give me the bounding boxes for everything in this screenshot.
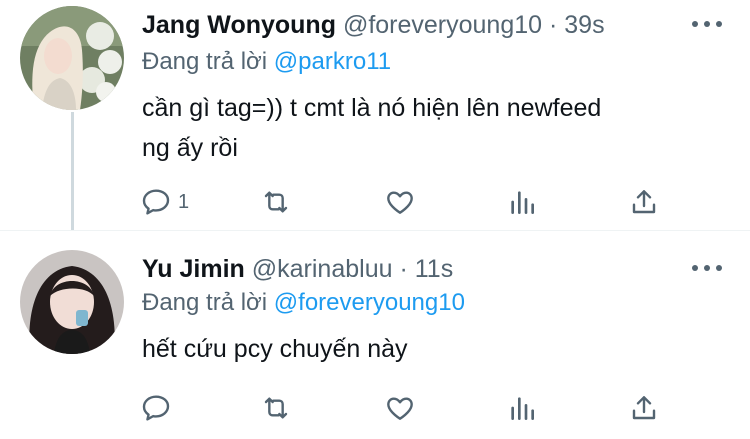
tweet-divider bbox=[0, 230, 750, 231]
tweet-text-line: hết cứu pcy chuyến này bbox=[142, 335, 408, 363]
separator-dot: · bbox=[549, 11, 558, 39]
replying-to-label: Đang trả lời bbox=[142, 289, 268, 316]
upload-arrow-icon bbox=[632, 190, 656, 214]
avatar[interactable] bbox=[20, 6, 124, 110]
avatar[interactable] bbox=[20, 250, 124, 354]
display-name[interactable]: Jang Wonyoung bbox=[142, 11, 336, 39]
heart-icon bbox=[387, 397, 413, 420]
tweet-text-line: ng ấy rồi bbox=[142, 134, 238, 162]
analytics-button[interactable] bbox=[506, 180, 538, 224]
tweet-header: Yu Jimin @karinabluu · 11s bbox=[142, 252, 453, 286]
timestamp[interactable]: 39s bbox=[564, 11, 604, 39]
tweet-reply[interactable]: Jang Wonyoung @foreveryoung10 · 39s Đang… bbox=[0, 0, 750, 230]
replying-to-line: Đang trả lời @parkro11 bbox=[142, 46, 391, 78]
like-button[interactable] bbox=[384, 180, 416, 224]
bar-chart-icon bbox=[511, 397, 534, 420]
reply-button[interactable] bbox=[140, 386, 178, 430]
more-options-icon[interactable] bbox=[692, 14, 722, 34]
retweet-arrows-icon bbox=[264, 191, 288, 213]
timestamp[interactable]: 11s bbox=[415, 255, 453, 283]
replying-to-line: Đang trả lời @foreveryoung10 bbox=[142, 287, 465, 319]
analytics-button[interactable] bbox=[506, 386, 538, 430]
share-button[interactable] bbox=[628, 180, 660, 224]
reply-count: 1 bbox=[178, 190, 190, 213]
tweet-text: cần gì tag=)) t cmt là nó hiện lên newfe… bbox=[142, 88, 722, 168]
tweet-header: Jang Wonyoung @foreveryoung10 · 39s bbox=[142, 8, 605, 42]
separator-dot: · bbox=[399, 255, 408, 283]
action-bar bbox=[140, 386, 680, 430]
retweet-button[interactable] bbox=[260, 386, 292, 430]
tweet-text-line: cần gì tag=)) t cmt là nó hiện lên newfe… bbox=[142, 94, 602, 122]
heart-icon bbox=[387, 191, 413, 214]
retweet-button[interactable] bbox=[260, 180, 292, 224]
mention-link[interactable]: @foreveryoung10 bbox=[274, 289, 465, 316]
user-handle[interactable]: @karinabluu bbox=[252, 255, 393, 283]
like-button[interactable] bbox=[384, 386, 416, 430]
replying-to-label: Đang trả lời bbox=[142, 48, 268, 75]
bar-chart-icon bbox=[511, 191, 534, 214]
retweet-arrows-icon bbox=[264, 397, 288, 419]
tweet-reply[interactable]: Yu Jimin @karinabluu · 11s Đang trả lời … bbox=[0, 232, 750, 439]
tweet-text: hết cứu pcy chuyến này bbox=[142, 329, 722, 369]
action-bar: 1 bbox=[140, 180, 680, 224]
speech-bubble-icon bbox=[142, 395, 170, 421]
share-button[interactable] bbox=[628, 386, 660, 430]
more-options-icon[interactable] bbox=[692, 258, 722, 278]
display-name[interactable]: Yu Jimin bbox=[142, 255, 245, 283]
upload-arrow-icon bbox=[632, 396, 656, 420]
reply-button[interactable]: 1 bbox=[140, 180, 189, 224]
speech-bubble-icon bbox=[142, 189, 170, 215]
mention-link[interactable]: @parkro11 bbox=[274, 48, 391, 75]
user-handle[interactable]: @foreveryoung10 bbox=[343, 11, 542, 39]
